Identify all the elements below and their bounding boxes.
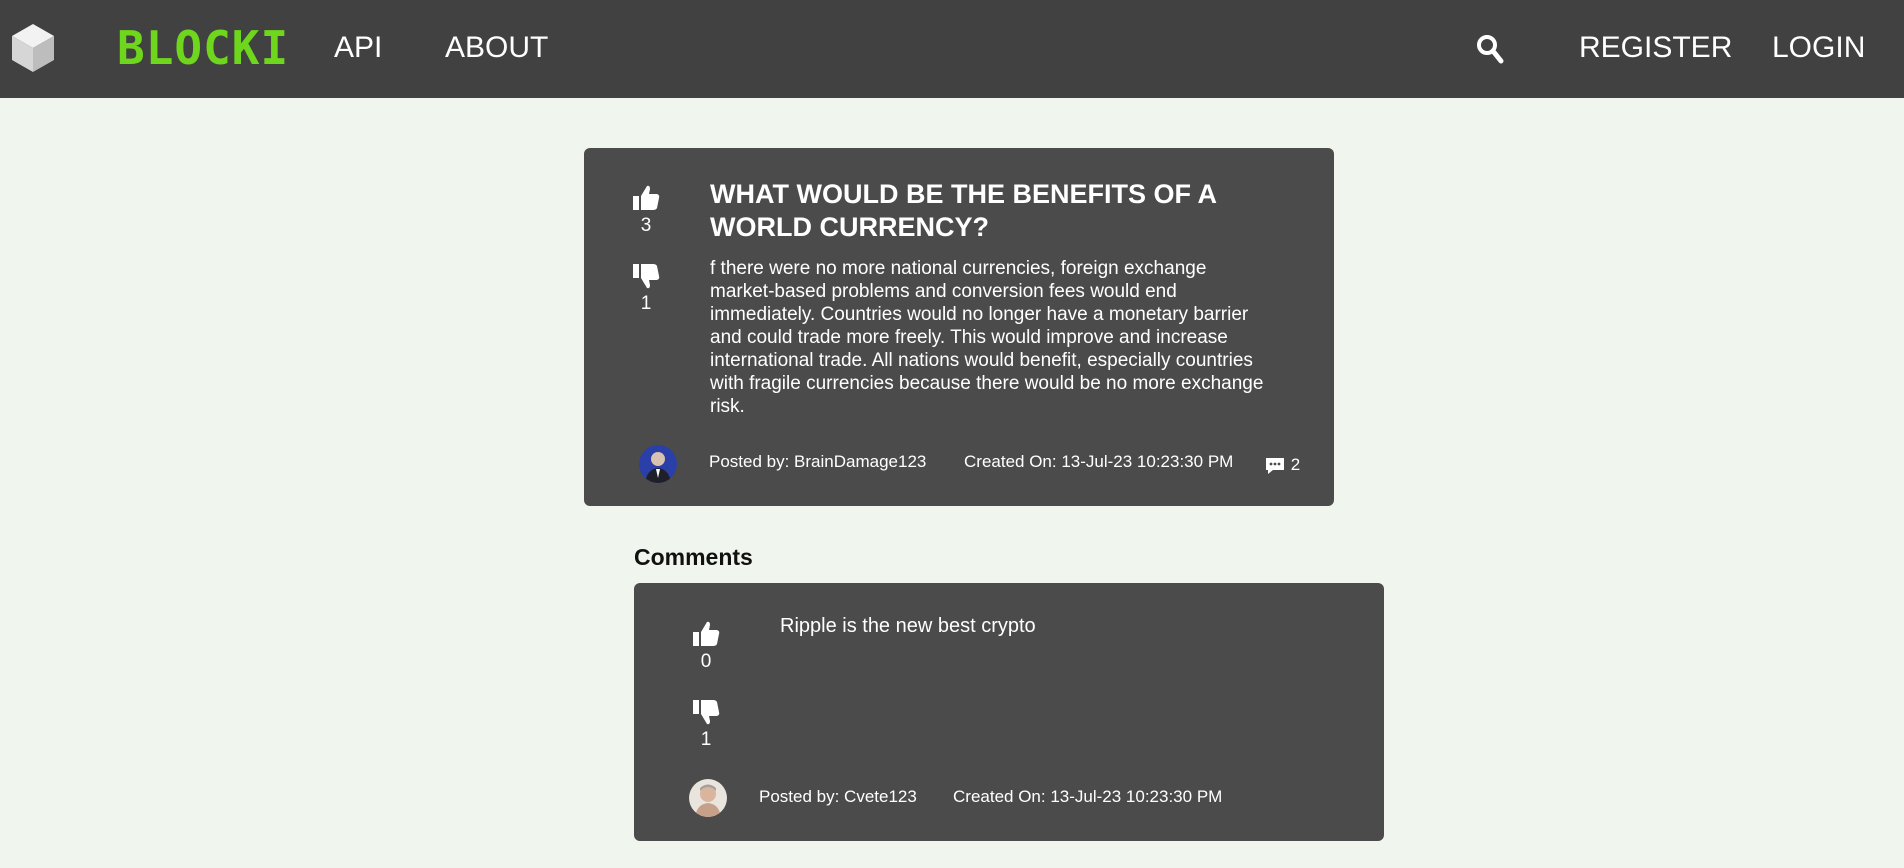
post-author: Posted by: BrainDamage123 [709, 452, 927, 471]
comment-count: 2 [1290, 455, 1301, 474]
comment-like-count: 0 [700, 651, 712, 672]
comments-heading: Comments [634, 544, 753, 570]
comment-text: Ripple is the new best crypto [780, 615, 1036, 637]
post-card: 3 1 WHAT WOULD BE THE BENEFITS OF A WORL… [584, 148, 1334, 506]
post-created-on: Created On: 13-Jul-23 10:23:30 PM [964, 452, 1234, 471]
login-link[interactable]: LOGIN [1772, 28, 1865, 68]
comment-author: Posted by: Cvete123 [759, 787, 917, 806]
post-title: WHAT WOULD BE THE BENEFITS OF A WORLD CU… [710, 179, 1216, 242]
thumbs-up-icon[interactable] [631, 184, 661, 212]
post-dislike-group: 1 [621, 262, 671, 316]
register-link[interactable]: REGISTER [1579, 28, 1732, 68]
post-dislike-count: 1 [640, 293, 652, 314]
thumbs-down-icon[interactable] [631, 262, 661, 290]
search-icon[interactable] [1476, 34, 1504, 64]
thumbs-down-icon[interactable] [691, 698, 721, 726]
nav-about-link[interactable]: ABOUT [445, 28, 548, 68]
thumbs-up-icon[interactable] [691, 620, 721, 648]
cube-logo-icon[interactable] [10, 22, 56, 74]
comments-icon [1266, 457, 1284, 474]
post-like-group: 3 [621, 184, 671, 238]
commenter-avatar[interactable] [689, 779, 727, 817]
post-like-count: 3 [640, 215, 652, 236]
author-avatar[interactable] [639, 445, 677, 483]
comment-dislike-count: 1 [700, 729, 712, 750]
nav-api-link[interactable]: API [334, 28, 382, 68]
brand-logo[interactable]: BLOCKI [117, 20, 289, 76]
comment-created-on: Created On: 13-Jul-23 10:23:30 PM [953, 787, 1223, 806]
comment-like-group: 0 [681, 620, 731, 674]
comment-dislike-group: 1 [681, 698, 731, 752]
comment-count-button[interactable]: 2 [1264, 454, 1300, 476]
comment-card: 0 1 Ripple is the new best crypto Posted… [634, 583, 1384, 841]
top-navigation-bar: BLOCKI API ABOUT REGISTER LOGIN [0, 0, 1904, 98]
post-body: f there were no more national currencies… [710, 258, 1264, 417]
